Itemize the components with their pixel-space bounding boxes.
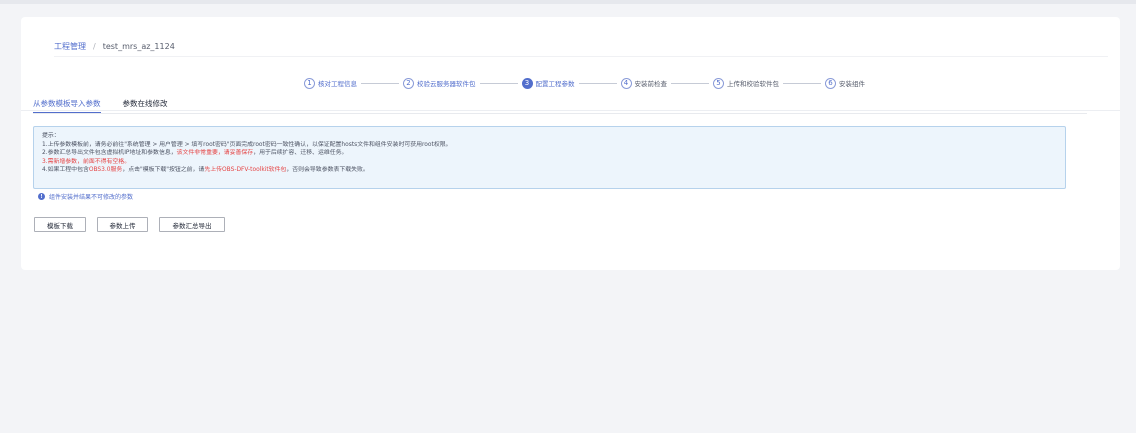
step-5-number: 5	[713, 77, 724, 89]
step-4-label: 安装前检查	[634, 80, 668, 88]
step-2-number: 2	[403, 77, 414, 89]
step-2-label: 校验云服务器软件包	[417, 80, 476, 88]
action-buttons: 模板下载 参数上传 参数汇总导出	[34, 217, 236, 232]
template-download-button[interactable]: 模板下载	[34, 217, 86, 232]
step-6-label: 安装组件	[839, 80, 865, 88]
notice-line-2-text-b: ，用于后续扩容、迁移、运维任务。	[253, 150, 348, 157]
tabs-divider	[33, 113, 1087, 114]
step-3: 3 配置工程参数	[521, 77, 575, 89]
breadcrumb-divider	[54, 56, 1108, 57]
breadcrumb-separator: /	[93, 42, 96, 51]
step-1-number: 1	[304, 77, 315, 89]
notice-line-3: 3.需新增参数，前面不得有空格。	[42, 158, 131, 165]
step-6: 6 安装组件	[825, 77, 865, 89]
hint: ! 组件安装并结果不可修改的参数	[38, 192, 133, 201]
step-4: 4 安装前检查	[620, 77, 668, 89]
info-icon: !	[38, 193, 45, 200]
breadcrumb: 工程管理 / test_mrs_az_1124	[54, 41, 175, 52]
step-1-label: 核对工程信息	[318, 80, 357, 88]
notice-line-4-warning-toolkit: 先上传OBS-DFV-toolkit软件包	[204, 167, 287, 174]
notice-line-4-warning-obs: OBS3.0服务	[88, 167, 123, 174]
notice-line-4-text-c: ，否则会导致参数表下载失败。	[286, 167, 369, 174]
notice-title: 提示：	[42, 133, 60, 139]
step-5: 5 上传和校验软件包	[713, 77, 779, 89]
tab-online-edit[interactable]: 参数在线修改	[123, 98, 168, 114]
step-4-number: 4	[620, 77, 632, 89]
parameter-upload-button[interactable]: 参数上传	[97, 217, 148, 232]
step-6-number: 6	[825, 77, 836, 89]
notice-line-4-text-a: 4.如果工程中包含	[42, 167, 89, 174]
notice-box: 提示： 1.上传参数模板前，请务必前往"系统管理 > 用户管理 > 填写root…	[33, 126, 1066, 189]
step-3-label: 配置工程参数	[535, 80, 575, 88]
breadcrumb-project-management[interactable]: 工程管理	[54, 41, 86, 52]
breadcrumb-current: test_mrs_az_1124	[102, 42, 175, 51]
step-connector	[578, 82, 617, 84]
notice-line-2-text-a: 2.参数汇总导出文件包含虚拟机IP地址和参数信息，	[42, 150, 177, 157]
step-connector	[671, 82, 709, 84]
step-connector	[783, 82, 821, 84]
notice-line-4-text-b: ，点击"模板下载"按钮之前，请	[122, 167, 205, 174]
hint-text: 组件安装并结果不可修改的参数	[49, 194, 134, 201]
step-connector	[479, 82, 518, 84]
notice-line-2-warning: 该文件非常重要，请妥善保存	[176, 150, 254, 157]
parameter-summary-export-button[interactable]: 参数汇总导出	[159, 217, 225, 232]
step-2: 2 校验云服务器软件包	[403, 77, 476, 89]
tab-bar: 从参数模板导入参数 参数在线修改	[33, 98, 190, 114]
notice-line-4: 4.如果工程中包含OBS3.0服务，点击"模板下载"按钮之前，请先上传OBS-D…	[42, 166, 1057, 175]
notice-line-2: 2.参数汇总导出文件包含虚拟机IP地址和参数信息，该文件非常重要，请妥善保存，用…	[42, 149, 1057, 158]
step-1: 1 核对工程信息	[304, 77, 357, 89]
notice-line-1: 1.上传参数模板前，请务必前往"系统管理 > 用户管理 > 填写root密码"页…	[42, 141, 452, 148]
tab-import-from-template[interactable]: 从参数模板导入参数	[33, 98, 101, 114]
top-bar	[0, 0, 1136, 4]
step-indicator: 1 核对工程信息 2 校验云服务器软件包 3 配置工程参数 4 安装前检查 5 …	[304, 76, 865, 90]
step-connector	[361, 82, 399, 84]
step-3-number: 3	[521, 77, 533, 89]
step-5-label: 上传和校验软件包	[727, 80, 779, 88]
